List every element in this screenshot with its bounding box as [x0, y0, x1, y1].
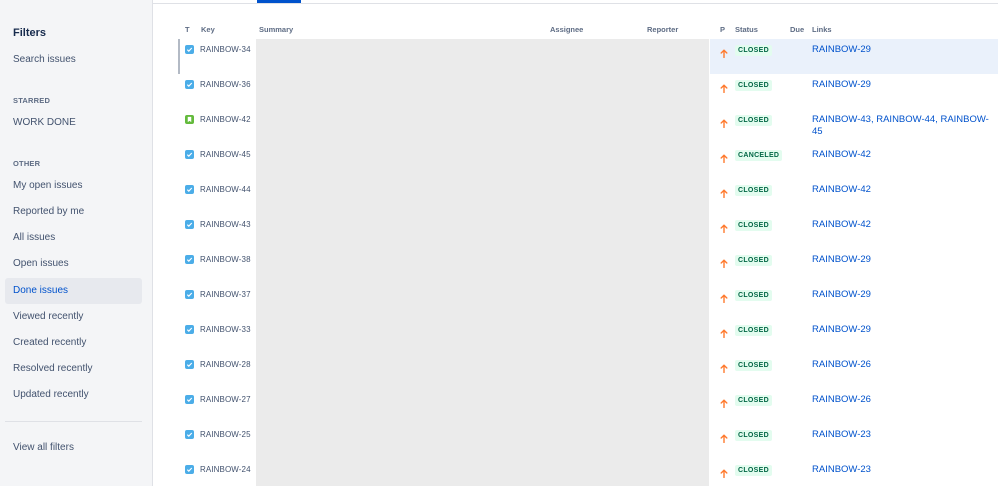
- selected-row-edge: [178, 39, 180, 74]
- issue-key[interactable]: RAINBOW-34: [200, 45, 251, 54]
- issue-key[interactable]: RAINBOW-38: [200, 255, 251, 264]
- issue-key[interactable]: RAINBOW-36: [200, 80, 251, 89]
- column-header-due[interactable]: Due: [790, 25, 804, 34]
- task-checkbox-icon: [185, 45, 194, 54]
- sidebar-item-all-issues[interactable]: All issues: [5, 225, 142, 251]
- issue-key[interactable]: RAINBOW-42: [200, 115, 251, 124]
- sidebar-item-reported-by-me[interactable]: Reported by me: [5, 199, 142, 225]
- issue-links[interactable]: RAINBOW-42: [812, 149, 992, 161]
- issue-links[interactable]: RAINBOW-29: [812, 44, 992, 56]
- issue-key[interactable]: RAINBOW-28: [200, 360, 251, 369]
- status-badge: CLOSED: [735, 185, 772, 196]
- sidebar-title: Filters: [13, 27, 47, 39]
- issue-key[interactable]: RAINBOW-24: [200, 465, 251, 474]
- priority-high-arrow-icon: [720, 395, 728, 409]
- column-header-priority[interactable]: P: [720, 25, 725, 34]
- column-header-key[interactable]: Key: [201, 25, 215, 34]
- issue-links[interactable]: RAINBOW-29: [812, 289, 992, 301]
- sidebar-item-my-open-issues[interactable]: My open issues: [5, 173, 142, 199]
- priority-high-arrow-icon: [720, 290, 728, 304]
- task-checkbox-icon: [185, 220, 194, 229]
- status-badge: CLOSED: [735, 45, 772, 56]
- sidebar-heading-starred: STARRED: [13, 96, 51, 105]
- task-checkbox-icon: [185, 430, 194, 439]
- issue-key[interactable]: RAINBOW-44: [200, 185, 251, 194]
- task-checkbox-icon: [185, 255, 194, 264]
- issue-links[interactable]: RAINBOW-23: [812, 429, 992, 441]
- sidebar-item-resolved-recently[interactable]: Resolved recently: [5, 356, 142, 382]
- active-tab-indicator: [257, 0, 301, 3]
- column-header-status[interactable]: Status: [735, 25, 758, 34]
- column-header-assignee[interactable]: Assignee: [550, 25, 583, 34]
- sidebar-heading-other: OTHER: [13, 159, 41, 168]
- column-header-links[interactable]: Links: [812, 25, 832, 34]
- task-checkbox-icon: [185, 465, 194, 474]
- sidebar-item-updated-recently[interactable]: Updated recently: [5, 382, 142, 408]
- status-badge: CLOSED: [735, 255, 772, 266]
- issue-links[interactable]: RAINBOW-26: [812, 359, 992, 371]
- priority-high-arrow-icon: [720, 45, 728, 59]
- status-badge: CLOSED: [735, 325, 772, 336]
- issue-key[interactable]: RAINBOW-37: [200, 290, 251, 299]
- sidebar-item-done-issues[interactable]: Done issues: [5, 278, 142, 304]
- status-badge: CLOSED: [735, 290, 772, 301]
- sidebar-divider: [5, 421, 142, 422]
- priority-high-arrow-icon: [720, 360, 728, 374]
- status-badge: CLOSED: [735, 465, 772, 476]
- sidebar-item-created-recently[interactable]: Created recently: [5, 330, 142, 356]
- task-checkbox-icon: [185, 395, 194, 404]
- task-checkbox-icon: [185, 80, 194, 89]
- story-bookmark-icon: [185, 115, 194, 124]
- status-badge: CANCELED: [735, 150, 783, 161]
- issue-links[interactable]: RAINBOW-42: [812, 184, 992, 196]
- priority-high-arrow-icon: [720, 150, 728, 164]
- task-checkbox-icon: [185, 185, 194, 194]
- issue-key[interactable]: RAINBOW-45: [200, 150, 251, 159]
- view-all-filters-link[interactable]: View all filters: [5, 435, 142, 461]
- priority-high-arrow-icon: [720, 465, 728, 479]
- sidebar-item-search-issues[interactable]: Search issues: [5, 47, 142, 73]
- issue-links[interactable]: RAINBOW-29: [812, 254, 992, 266]
- sidebar-item-viewed-recently[interactable]: Viewed recently: [5, 304, 142, 330]
- priority-high-arrow-icon: [720, 220, 728, 234]
- priority-high-arrow-icon: [720, 430, 728, 444]
- task-checkbox-icon: [185, 290, 194, 299]
- status-badge: CLOSED: [735, 395, 772, 406]
- priority-high-arrow-icon: [720, 325, 728, 339]
- issue-links[interactable]: RAINBOW-42: [812, 219, 992, 231]
- status-badge: CLOSED: [735, 430, 772, 441]
- priority-high-arrow-icon: [720, 185, 728, 199]
- sidebar-item-open-issues[interactable]: Open issues: [5, 251, 142, 277]
- issue-key[interactable]: RAINBOW-27: [200, 395, 251, 404]
- column-header-summary[interactable]: Summary: [259, 25, 293, 34]
- column-header-reporter[interactable]: Reporter: [647, 25, 678, 34]
- priority-high-arrow-icon: [720, 80, 728, 94]
- sidebar-item-work-done[interactable]: WORK DONE: [5, 110, 142, 136]
- task-checkbox-icon: [185, 325, 194, 334]
- issue-links[interactable]: RAINBOW-43, RAINBOW-44, RAINBOW-45: [812, 114, 992, 138]
- issue-key[interactable]: RAINBOW-25: [200, 430, 251, 439]
- redacted-columns-area: [256, 39, 709, 486]
- status-badge: CLOSED: [735, 115, 772, 126]
- issue-links[interactable]: RAINBOW-29: [812, 79, 992, 91]
- issue-links[interactable]: RAINBOW-26: [812, 394, 992, 406]
- issue-key[interactable]: RAINBOW-43: [200, 220, 251, 229]
- priority-high-arrow-icon: [720, 115, 728, 129]
- task-checkbox-icon: [185, 360, 194, 369]
- filters-sidebar: Filters Search issues STARRED WORK DONE …: [0, 0, 153, 486]
- priority-high-arrow-icon: [720, 255, 728, 269]
- column-header-type[interactable]: T: [185, 25, 190, 34]
- issue-links[interactable]: RAINBOW-29: [812, 324, 992, 336]
- issue-links[interactable]: RAINBOW-23: [812, 464, 992, 476]
- status-badge: CLOSED: [735, 360, 772, 371]
- issue-key[interactable]: RAINBOW-33: [200, 325, 251, 334]
- status-badge: CLOSED: [735, 220, 772, 231]
- task-checkbox-icon: [185, 150, 194, 159]
- status-badge: CLOSED: [735, 80, 772, 91]
